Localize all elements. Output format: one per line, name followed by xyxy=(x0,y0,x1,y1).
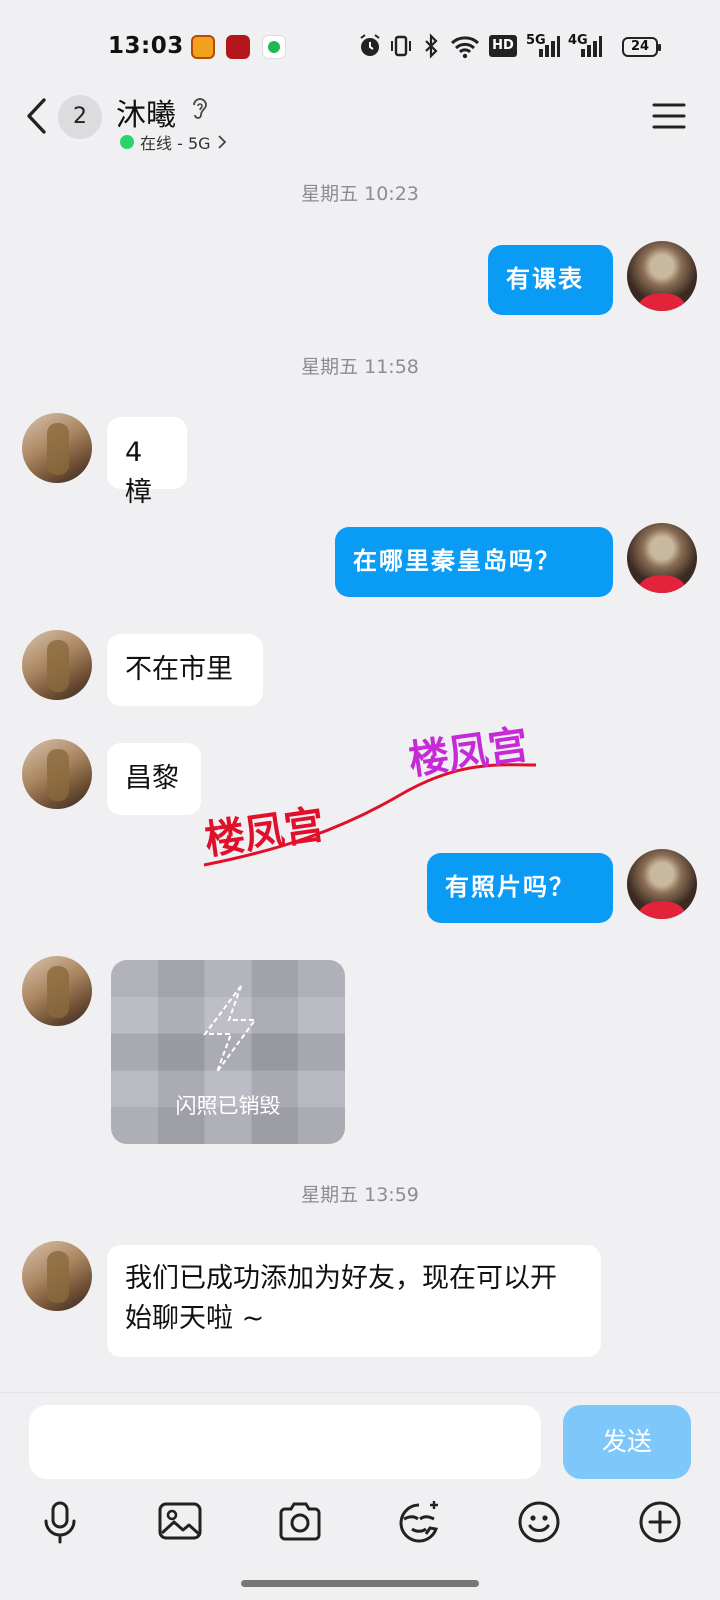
app-notification-icon xyxy=(262,35,286,59)
message-timestamp: 星期五 10:23 xyxy=(301,183,419,205)
hd-badge: HD xyxy=(489,35,517,57)
ear-icon[interactable] xyxy=(190,96,210,122)
image-icon[interactable] xyxy=(157,1499,203,1545)
chat-header: 2 沐曦 在线 - 5G xyxy=(0,86,720,162)
home-indicator[interactable] xyxy=(241,1580,479,1587)
menu-icon[interactable] xyxy=(652,102,686,130)
app-notification-icon xyxy=(226,35,250,59)
signal-icon xyxy=(581,36,602,57)
camera-icon[interactable] xyxy=(277,1499,323,1545)
contact-name[interactable]: 沐曦 xyxy=(116,90,176,134)
unread-count-badge[interactable]: 2 xyxy=(58,95,102,139)
microphone-icon[interactable] xyxy=(37,1499,83,1545)
alarm-icon xyxy=(360,34,380,56)
wifi-icon xyxy=(450,36,480,59)
flash-photo-label: 闪照已销毁 xyxy=(175,1094,281,1118)
online-status-text: 在线 - 5G xyxy=(140,134,211,153)
my-avatar[interactable] xyxy=(627,523,697,593)
contact-avatar[interactable] xyxy=(22,1241,92,1311)
send-button[interactable]: 发送 xyxy=(563,1405,691,1479)
status-bar: 13:03 HD 5G 4G 24 xyxy=(0,0,720,96)
signal-icon xyxy=(539,36,560,57)
emoji-icon[interactable] xyxy=(516,1499,562,1545)
bluetooth-icon xyxy=(425,33,438,59)
back-icon[interactable] xyxy=(22,96,52,136)
status-time: 13:03 xyxy=(108,33,184,59)
message-bubble-contact[interactable]: 不在市里 xyxy=(107,634,263,706)
battery-icon: 24 xyxy=(622,37,661,57)
message-bubble-contact[interactable]: 昌黎 xyxy=(107,743,201,815)
plus-icon[interactable] xyxy=(637,1499,683,1545)
message-timestamp: 星期五 13:59 xyxy=(301,1184,419,1206)
input-area: 发送 xyxy=(0,1392,720,1600)
sticker-icon[interactable] xyxy=(396,1499,442,1545)
my-avatar[interactable] xyxy=(627,849,697,919)
online-dot-icon xyxy=(120,135,134,149)
message-bubble-me[interactable]: 有照片吗？ xyxy=(427,853,613,923)
message-bubble-contact[interactable]: 4樟 xyxy=(107,417,187,508)
contact-avatar[interactable] xyxy=(22,739,92,809)
lightning-icon xyxy=(203,985,257,1073)
contact-avatar[interactable] xyxy=(22,956,92,1026)
contact-avatar[interactable] xyxy=(22,630,92,700)
vibrate-icon xyxy=(391,35,411,57)
message-input[interactable] xyxy=(29,1405,541,1479)
chevron-right-icon xyxy=(217,135,226,149)
online-status[interactable]: 在线 - 5G xyxy=(120,130,227,154)
message-bubble-me[interactable]: 有课表 xyxy=(488,245,613,315)
contact-avatar[interactable] xyxy=(22,413,92,483)
message-timestamp: 星期五 11:58 xyxy=(301,356,419,378)
flash-photo-destroyed[interactable]: 闪照已销毁 xyxy=(111,960,345,1144)
my-avatar[interactable] xyxy=(627,241,697,311)
message-bubble-me[interactable]: 在哪里秦皇岛吗？ xyxy=(335,527,613,597)
app-notification-icon xyxy=(191,35,215,59)
message-bubble-contact[interactable]: 我们已成功添加为好友，现在可以开始聊天啦 ~ xyxy=(107,1245,601,1357)
